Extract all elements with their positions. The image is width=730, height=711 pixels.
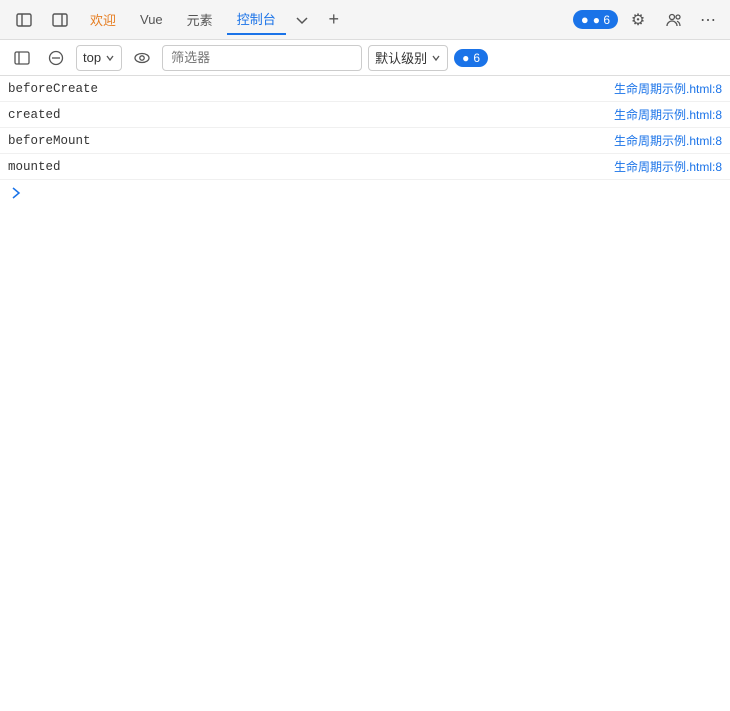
console-expander-row[interactable] bbox=[0, 180, 730, 206]
log-source-link[interactable]: 生命周期示例.html:8 bbox=[614, 132, 722, 149]
sidebar-toggle-icon[interactable] bbox=[8, 44, 36, 72]
people-icon[interactable] bbox=[658, 5, 690, 35]
error-count-badge[interactable]: ● 6 bbox=[454, 49, 488, 67]
table-row: beforeCreate 生命周期示例.html:8 bbox=[0, 76, 730, 102]
settings-icon[interactable]: ⚙ bbox=[622, 5, 654, 35]
console-toolbar: top 默认级别 ● 6 bbox=[0, 40, 730, 76]
top-nav-bar: 欢迎 Vue 元素 控制台 + ● ● 6 ⚙ bbox=[0, 0, 730, 40]
expand-chevron-icon[interactable] bbox=[8, 185, 24, 201]
tab-vue[interactable]: Vue bbox=[130, 5, 173, 35]
table-row: beforeMount 生命周期示例.html:8 bbox=[0, 128, 730, 154]
log-message: beforeMount bbox=[8, 134, 614, 148]
table-row: mounted 生命周期示例.html:8 bbox=[0, 154, 730, 180]
inspect-icon[interactable] bbox=[128, 44, 156, 72]
filter-input[interactable] bbox=[162, 45, 362, 71]
clear-console-button[interactable] bbox=[42, 44, 70, 72]
context-selector[interactable]: top bbox=[76, 45, 122, 71]
panel-left-icon[interactable] bbox=[8, 5, 40, 35]
messages-badge[interactable]: ● ● 6 bbox=[573, 10, 618, 29]
more-tabs-icon[interactable] bbox=[290, 5, 314, 35]
log-source-link[interactable]: 生命周期示例.html:8 bbox=[614, 80, 722, 97]
log-source-link[interactable]: 生命周期示例.html:8 bbox=[614, 106, 722, 123]
tab-elements[interactable]: 元素 bbox=[177, 5, 223, 35]
console-log-area: beforeCreate 生命周期示例.html:8 created 生命周期示… bbox=[0, 76, 730, 711]
tab-welcome[interactable]: 欢迎 bbox=[80, 5, 126, 35]
overflow-menu-icon[interactable]: ⋯ bbox=[694, 6, 722, 34]
table-row: created 生命周期示例.html:8 bbox=[0, 102, 730, 128]
log-message: created bbox=[8, 108, 614, 122]
log-level-selector[interactable]: 默认级别 bbox=[368, 45, 448, 71]
add-tab-button[interactable]: + bbox=[318, 5, 350, 35]
tab-console[interactable]: 控制台 bbox=[227, 5, 286, 35]
log-source-link[interactable]: 生命周期示例.html:8 bbox=[614, 158, 722, 175]
panel-right-icon[interactable] bbox=[44, 5, 76, 35]
log-message: mounted bbox=[8, 160, 614, 174]
log-message: beforeCreate bbox=[8, 82, 614, 96]
